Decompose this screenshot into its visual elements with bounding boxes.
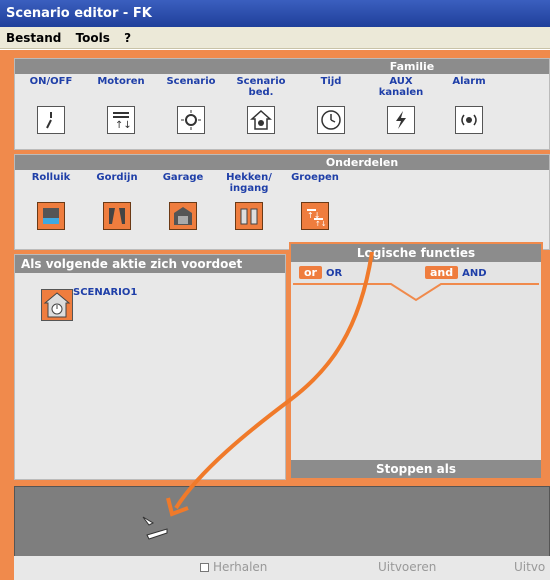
switch-icon [37, 106, 65, 134]
repeat-label: Herhalen [213, 560, 268, 574]
groups-icon: ↑↓ ↑↓ [301, 202, 329, 230]
family-tijd[interactable]: Tijd [297, 76, 365, 134]
scenario-sun-icon [177, 106, 205, 134]
family-motoren[interactable]: Motoren ↑↓ [87, 76, 155, 134]
clock-icon [317, 106, 345, 134]
checkbox-icon [200, 563, 209, 572]
trigger-header: Als volgende aktie zich voordoet [15, 255, 285, 273]
part-rolluik[interactable]: Rolluik [17, 172, 85, 230]
family-aux[interactable]: AUX kanalen [367, 76, 435, 134]
menu-help[interactable]: ? [124, 31, 131, 45]
part-groepen[interactable]: Groepen ↑↓ ↑↓ [281, 172, 349, 230]
scenario-clock-icon[interactable] [41, 289, 73, 321]
footer-bar: Herhalen Uitvoeren Uitvo [14, 556, 550, 580]
alarm-icon [455, 106, 483, 134]
and-operator[interactable]: and AND [425, 266, 487, 279]
logic-divider [293, 283, 539, 302]
shutter-icon [37, 202, 65, 230]
part-label: Garage [162, 172, 204, 183]
part-garage[interactable]: Garage [149, 172, 217, 230]
scenario-house-icon [247, 106, 275, 134]
or-operator[interactable]: or OR [299, 266, 342, 279]
motor-icon: ↑↓ [107, 106, 135, 134]
family-label: Tijd [320, 76, 342, 87]
svg-text:↑↓: ↑↓ [115, 120, 132, 131]
part-gordijn[interactable]: Gordijn [83, 172, 151, 230]
stop-header: Stoppen als [291, 460, 541, 478]
editor-area: Familie ON/OFF Motoren ↑↓ Scenario Scena… [0, 50, 550, 580]
or-tag: or [299, 266, 322, 279]
family-label: Scenario bed. [236, 76, 286, 98]
menu-bestand[interactable]: Bestand [6, 31, 61, 45]
svg-text:↑↓: ↑↓ [315, 220, 326, 227]
menu-bar: Bestand Tools ? [0, 27, 550, 49]
family-alarm[interactable]: Alarm [435, 76, 503, 134]
garage-icon [169, 202, 197, 230]
part-label: Gordijn [96, 172, 138, 183]
gate-icon [235, 202, 263, 230]
familie-header: Familie [15, 59, 549, 74]
family-scenario[interactable]: Scenario [157, 76, 225, 134]
part-label: Hekken/ ingang [226, 172, 272, 194]
logic-header: Logische functies [291, 244, 541, 262]
part-label: Groepen [291, 172, 339, 183]
family-label: Motoren [97, 76, 145, 87]
scenario-label[interactable]: SCENARIO1 [73, 287, 137, 298]
familie-panel: Familie ON/OFF Motoren ↑↓ Scenario Scena… [14, 58, 550, 150]
family-onoff[interactable]: ON/OFF [17, 76, 85, 134]
onderdelen-panel: Onderdelen Rolluik Gordijn Garage Hekken… [14, 154, 550, 250]
family-label: Scenario [166, 76, 216, 87]
or-label: OR [325, 268, 343, 279]
family-label: AUX kanalen [378, 76, 424, 98]
part-label: Rolluik [31, 172, 71, 183]
window-title: Scenario editor - FK [0, 0, 550, 27]
family-label: Alarm [452, 76, 486, 87]
family-scenario-bed[interactable]: Scenario bed. [227, 76, 295, 134]
onderdelen-header: Onderdelen [15, 155, 549, 170]
drag-cursor-icon [142, 516, 168, 540]
family-label: ON/OFF [29, 76, 73, 87]
part-hekken[interactable]: Hekken/ ingang [215, 172, 283, 230]
execute-button[interactable]: Uitvoeren [378, 560, 436, 574]
lightning-icon [387, 106, 415, 134]
logic-panel: Logische functies or OR and AND Stoppen al… [289, 242, 543, 480]
and-label: AND [462, 268, 487, 279]
repeat-checkbox[interactable]: Herhalen [200, 560, 267, 574]
menu-tools[interactable]: Tools [76, 31, 110, 45]
curtain-icon [103, 202, 131, 230]
trigger-panel: Als volgende aktie zich voordoet SCENARI… [14, 254, 286, 480]
and-tag: and [425, 266, 459, 279]
execute-button-2[interactable]: Uitvo [514, 560, 545, 574]
